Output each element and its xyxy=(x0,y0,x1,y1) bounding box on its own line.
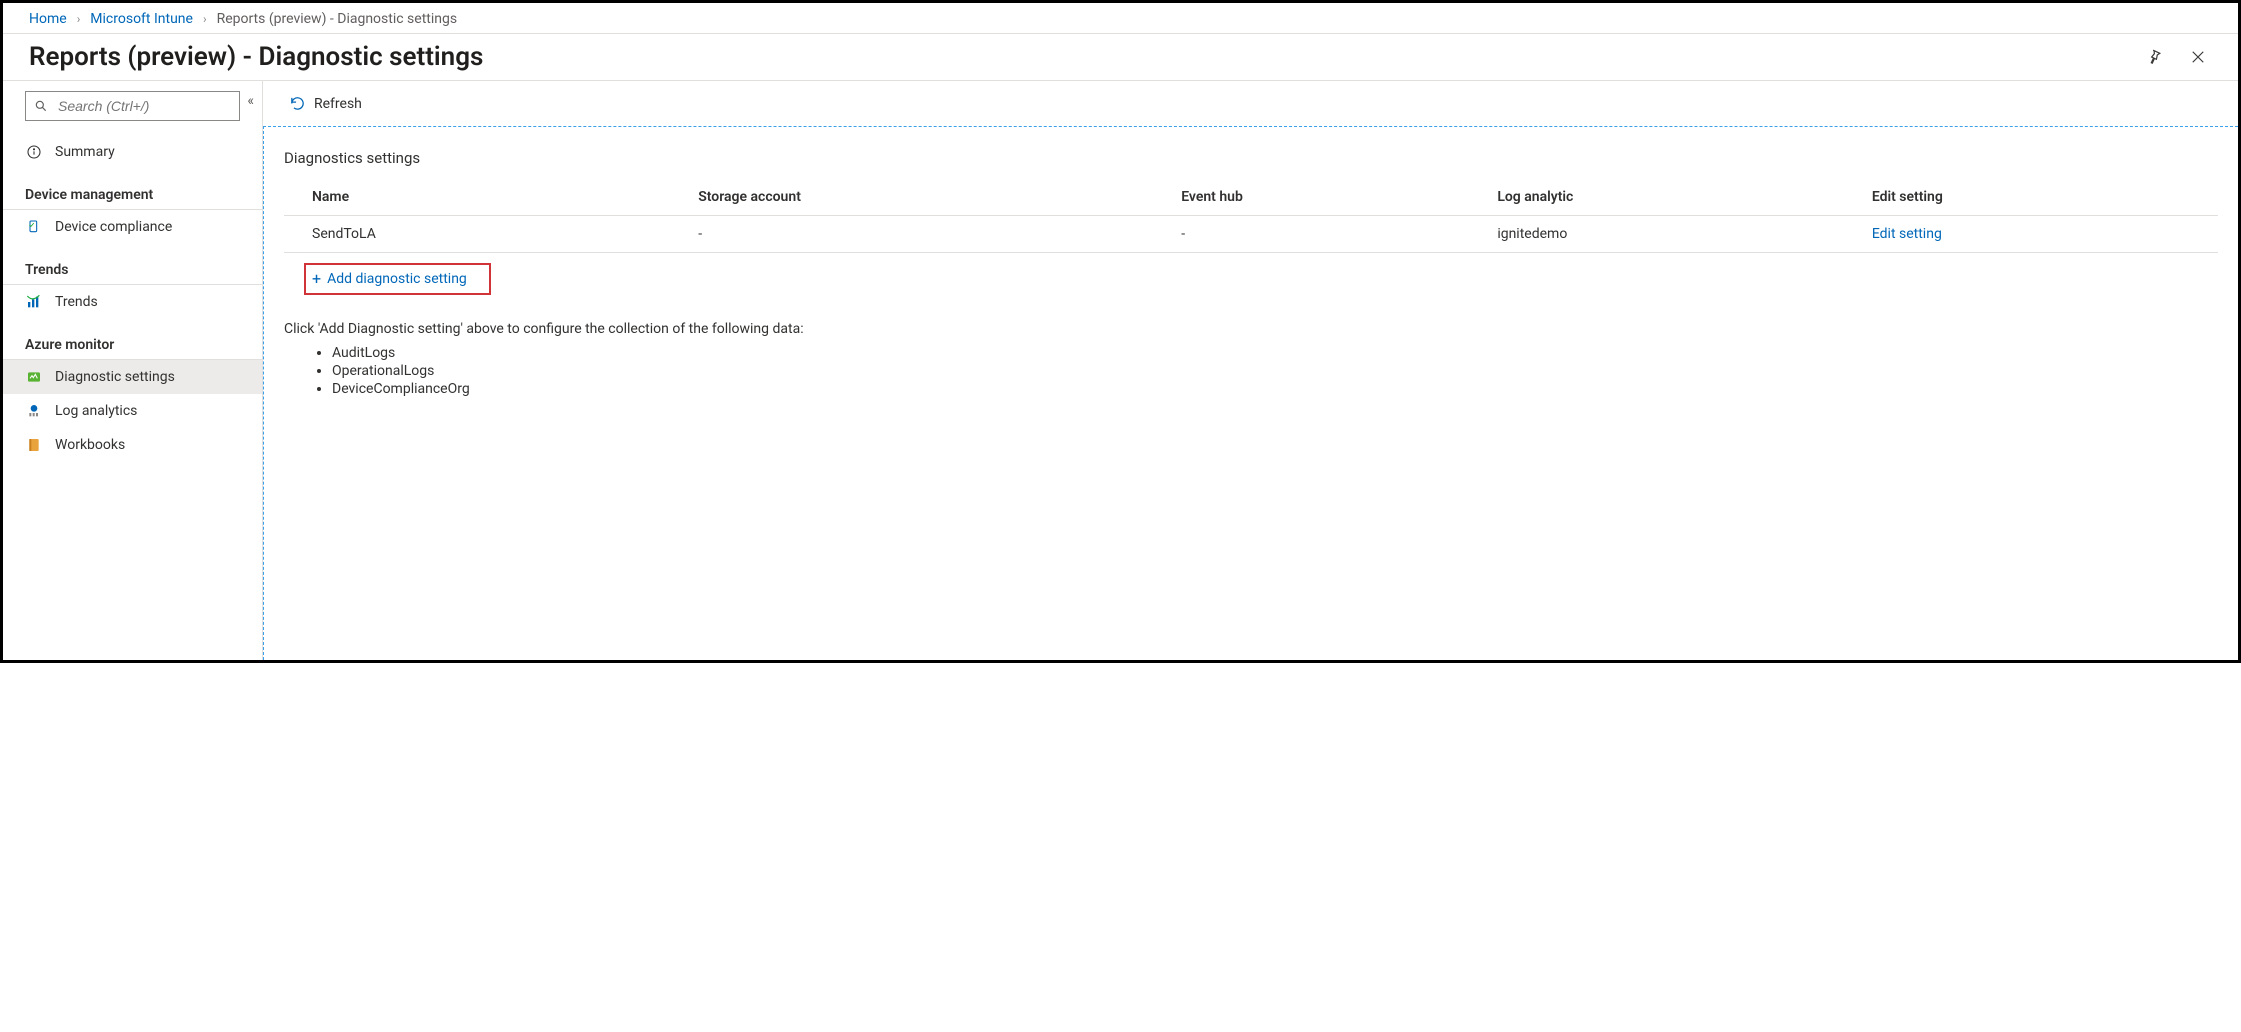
col-log-analytic: Log analytic xyxy=(1489,181,1864,216)
collapse-sidebar-button[interactable]: « xyxy=(247,93,254,109)
breadcrumb-current: Reports (preview) - Diagnostic settings xyxy=(217,11,458,27)
edit-setting-link[interactable]: Edit setting xyxy=(1872,226,1942,242)
main-pane: Refresh Diagnostics settings Name Storag… xyxy=(263,81,2238,660)
add-diagnostic-label: Add diagnostic setting xyxy=(327,271,467,287)
workbook-icon xyxy=(25,436,43,454)
sidebar-item-label: Device compliance xyxy=(55,219,172,235)
sidebar-item-label: Log analytics xyxy=(55,403,137,419)
col-edit: Edit setting xyxy=(1864,181,2218,216)
sidebar-item-log-analytics[interactable]: Log analytics xyxy=(3,394,262,428)
hint-text: Click 'Add Diagnostic setting' above to … xyxy=(284,321,2218,337)
cell-name: SendToLA xyxy=(284,216,690,253)
refresh-button[interactable]: Refresh xyxy=(283,91,368,116)
refresh-label: Refresh xyxy=(314,96,362,112)
log-categories-list: AuditLogs OperationalLogs DeviceComplian… xyxy=(332,345,2218,397)
info-icon xyxy=(25,143,43,161)
sidebar-item-summary[interactable]: Summary xyxy=(3,135,262,169)
page-title: Reports (preview) - Diagnostic settings xyxy=(29,42,2140,72)
pin-button[interactable] xyxy=(2140,43,2168,71)
content-area: Diagnostics settings Name Storage accoun… xyxy=(263,126,2238,660)
search-icon xyxy=(34,99,48,113)
sidebar-item-label: Diagnostic settings xyxy=(55,369,175,385)
search-input-wrapper[interactable] xyxy=(25,91,240,121)
toolbar: Refresh xyxy=(263,81,2238,126)
diagnostics-table: Name Storage account Event hub Log analy… xyxy=(284,181,2218,253)
table-row: SendToLA - - ignitedemo Edit setting xyxy=(284,216,2218,253)
sidebar-section-device-mgmt: Device management xyxy=(3,179,262,210)
col-eventhub: Event hub xyxy=(1173,181,1489,216)
refresh-icon xyxy=(289,95,306,112)
sidebar-item-workbooks[interactable]: Workbooks xyxy=(3,428,262,462)
device-compliance-icon xyxy=(25,218,43,236)
sidebar-item-trends[interactable]: Trends xyxy=(3,285,262,319)
list-item: OperationalLogs xyxy=(332,363,2218,379)
breadcrumb-home[interactable]: Home xyxy=(29,11,67,27)
sidebar: « Summary Device management xyxy=(3,81,263,660)
list-item: AuditLogs xyxy=(332,345,2218,361)
cell-log-analytic: ignitedemo xyxy=(1489,216,1864,253)
diagnostic-settings-icon xyxy=(25,368,43,386)
breadcrumb: Home › Microsoft Intune › Reports (previ… xyxy=(3,3,2238,34)
breadcrumb-intune[interactable]: Microsoft Intune xyxy=(90,11,193,27)
chevron-right-icon: › xyxy=(77,12,81,26)
plus-icon: + xyxy=(312,271,321,287)
sidebar-item-label: Trends xyxy=(55,294,98,310)
sidebar-item-label: Summary xyxy=(55,144,115,160)
col-storage: Storage account xyxy=(690,181,1173,216)
chevron-right-icon: › xyxy=(203,12,207,26)
close-button[interactable] xyxy=(2184,43,2212,71)
sidebar-item-label: Workbooks xyxy=(55,437,125,453)
content-heading: Diagnostics settings xyxy=(284,149,2218,167)
bar-chart-icon xyxy=(25,293,43,311)
sidebar-section-azure-monitor: Azure monitor xyxy=(3,329,262,360)
sidebar-item-device-compliance[interactable]: Device compliance xyxy=(3,210,262,244)
cell-eventhub: - xyxy=(1173,216,1489,253)
page-header: Reports (preview) - Diagnostic settings xyxy=(3,34,2238,80)
log-analytics-icon xyxy=(25,402,43,420)
add-diagnostic-setting-button[interactable]: + Add diagnostic setting xyxy=(304,263,491,295)
list-item: DeviceComplianceOrg xyxy=(332,381,2218,397)
search-input[interactable] xyxy=(56,97,242,115)
sidebar-section-trends: Trends xyxy=(3,254,262,285)
cell-storage: - xyxy=(690,216,1173,253)
col-name: Name xyxy=(284,181,690,216)
sidebar-item-diagnostic-settings[interactable]: Diagnostic settings xyxy=(3,360,262,394)
